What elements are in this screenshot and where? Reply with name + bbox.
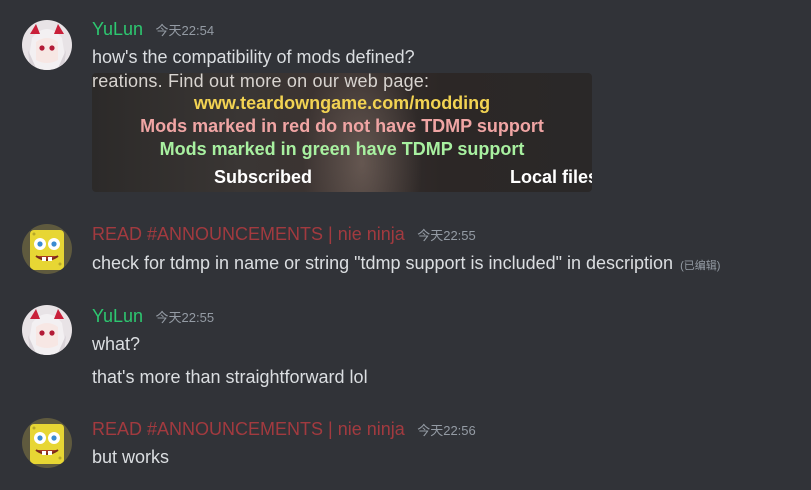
edited-indicator: (已编辑) (680, 260, 721, 272)
timestamp[interactable]: 今天22:55 (156, 310, 215, 325)
avatar[interactable] (22, 418, 72, 468)
attachment-subscribed-label: Subscribed (214, 167, 313, 187)
sponge-avatar-icon (22, 418, 72, 468)
message-header: READ #ANNOUNCEMENTS | nie ninja 今天22:55 (92, 224, 476, 245)
avatar[interactable] (22, 305, 72, 355)
image-attachment[interactable]: reations. Find out more on our web page:… (92, 73, 592, 192)
username[interactable]: READ #ANNOUNCEMENTS | nie ninja (92, 224, 405, 244)
username[interactable]: YuLun (92, 306, 143, 326)
attachment-red-note: Mods marked in red do not have TDMP supp… (140, 116, 544, 136)
username[interactable]: READ #ANNOUNCEMENTS | nie ninja (92, 419, 405, 439)
message-header: YuLun 今天22:54 (92, 19, 214, 40)
message-text: check for tdmp in name or string "tdmp s… (92, 253, 720, 274)
avatar[interactable] (22, 224, 72, 274)
attachment-text-top: reations. Find out more on our web page: (92, 73, 430, 91)
message-header: YuLun 今天22:55 (92, 306, 214, 327)
anime-avatar-icon (22, 305, 72, 355)
anime-avatar-icon (22, 20, 72, 70)
timestamp[interactable]: 今天22:54 (156, 23, 215, 38)
attachment-url-text: www.teardowngame.com/modding (193, 93, 491, 113)
sponge-avatar-icon (22, 224, 72, 274)
message-text: what? (92, 334, 141, 354)
message-text: but works (92, 447, 170, 467)
attachment-green-note: Mods marked in green have TDMP support (159, 139, 525, 159)
message-text-content: check for tdmp in name or string "tdmp s… (92, 253, 674, 273)
username[interactable]: YuLun (92, 19, 143, 39)
timestamp[interactable]: 今天22:55 (417, 228, 476, 243)
message-text: how's the compatibility of mods defined? (92, 47, 415, 67)
chat-messages: YuLun 今天22:54 how's the compatibility of… (0, 0, 811, 490)
message-header: READ #ANNOUNCEMENTS | nie ninja 今天22:56 (92, 419, 476, 440)
attachment-local-files-label: Local files (510, 167, 592, 187)
message-text: that's more than straightforward lol (92, 367, 368, 387)
avatar[interactable] (22, 20, 72, 70)
timestamp[interactable]: 今天22:56 (417, 423, 476, 438)
